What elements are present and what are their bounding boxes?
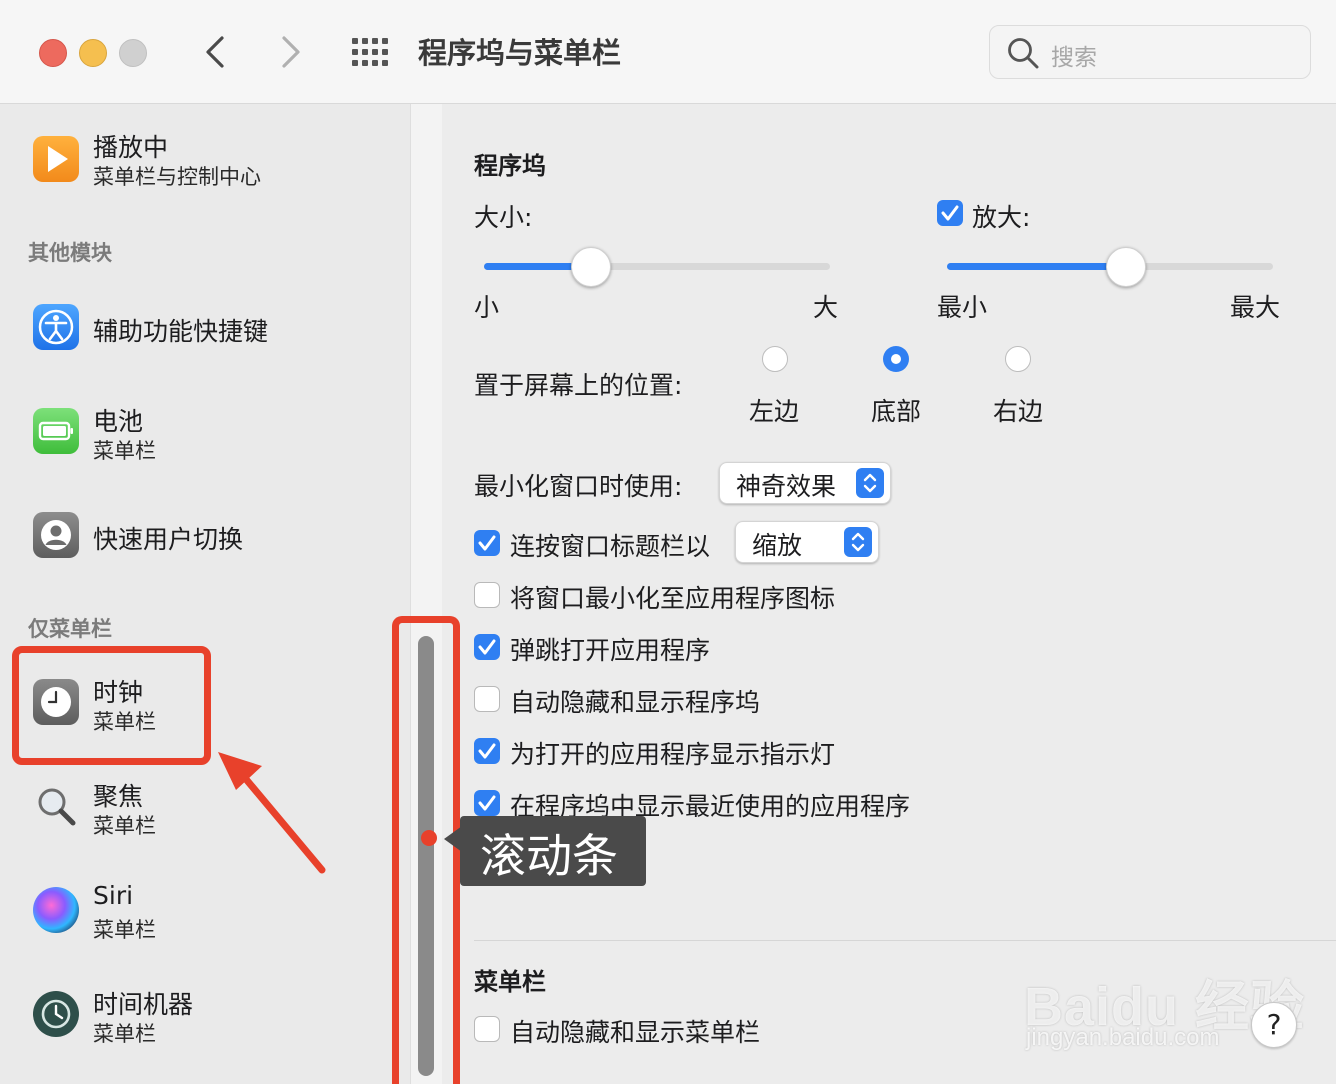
minimize-to-app-icon-label: 将窗口最小化至应用程序图标 <box>510 584 836 613</box>
double-click-label: 连按窗口标题栏以 <box>510 532 711 561</box>
dock-section-title: 程序坞 <box>474 152 546 180</box>
sidebar-item-battery[interactable]: 电池 菜单栏 <box>0 392 400 472</box>
annotation-dot <box>421 830 437 846</box>
double-click-action-value: 缩放 <box>752 531 803 560</box>
show-all-grid-button[interactable] <box>352 38 390 66</box>
position-left-radio[interactable] <box>762 346 788 372</box>
magnification-slider-knob[interactable] <box>1106 247 1146 287</box>
sidebar-item-title: 聚焦 <box>93 782 144 811</box>
battery-icon <box>33 408 79 454</box>
double-click-action-popup[interactable]: 缩放 <box>735 521 879 563</box>
sidebar-item-subtitle: 菜单栏 <box>93 918 156 942</box>
show-indicators-checkbox[interactable] <box>474 738 500 764</box>
size-max-label: 大 <box>813 293 839 322</box>
annotation-arrow-icon <box>218 752 326 874</box>
scrollbar-tooltip: 滚动条 <box>460 816 646 886</box>
sidebar-item-title: 电池 <box>93 407 144 436</box>
chevron-right-icon <box>282 36 300 68</box>
window-title: 程序坞与菜单栏 <box>418 36 622 70</box>
magnification-max-label: 最大 <box>1230 293 1281 322</box>
animate-opening-checkbox[interactable] <box>474 634 500 660</box>
sidebar-item-now-playing[interactable]: 播放中 菜单栏与控制中心 <box>0 118 400 198</box>
forward-button[interactable] <box>270 30 310 74</box>
minimize-effect-value: 神奇效果 <box>736 472 837 501</box>
sidebar-section-heading: 其他模块 <box>28 241 112 265</box>
size-slider[interactable] <box>484 247 830 287</box>
auto-hide-menubar-checkbox[interactable] <box>474 1016 500 1042</box>
magnification-min-label: 最小 <box>937 293 988 322</box>
tooltip-text: 滚动条 <box>480 829 618 883</box>
search-placeholder: 搜索 <box>1051 45 1097 71</box>
sidebar-section-heading: 仅菜单栏 <box>28 617 112 641</box>
menubar-section-title: 菜单栏 <box>474 968 546 996</box>
checkmark-icon <box>478 795 496 811</box>
auto-hide-menubar-label: 自动隐藏和显示菜单栏 <box>510 1018 761 1047</box>
auto-hide-dock-label: 自动隐藏和显示程序坞 <box>510 688 761 717</box>
close-window-button[interactable] <box>39 39 67 67</box>
position-bottom-radio[interactable] <box>883 346 909 372</box>
section-divider <box>474 940 1336 941</box>
checkmark-icon <box>478 743 496 759</box>
position-bottom-label: 底部 <box>871 397 922 426</box>
search-icon <box>1008 38 1039 69</box>
sidebar-item-subtitle: 菜单栏 <box>93 814 156 838</box>
title-bar: 程序坞与菜单栏 搜索 <box>0 0 1336 104</box>
help-button[interactable]: ? <box>1251 1002 1297 1048</box>
watermark-url: jingyan.baidu.com <box>1026 1024 1220 1051</box>
sidebar-item-subtitle: 菜单栏 <box>93 439 156 463</box>
sidebar-item-subtitle: 菜单栏与控制中心 <box>93 165 261 189</box>
animate-opening-label: 弹跳打开应用程序 <box>510 636 711 665</box>
grid-icon <box>352 38 388 66</box>
sidebar-item-fast-user-switching[interactable]: 快速用户切换 <box>0 496 400 576</box>
show-recent-apps-checkbox[interactable] <box>474 790 500 816</box>
updown-arrows-icon <box>844 527 872 557</box>
accessibility-icon <box>33 304 79 350</box>
position-right-label: 右边 <box>993 397 1044 426</box>
size-slider-knob[interactable] <box>571 247 611 287</box>
checkmark-icon <box>941 205 959 221</box>
clock-highlight-box <box>12 646 211 765</box>
checkmark-icon <box>478 535 496 551</box>
size-label: 大小: <box>474 203 533 232</box>
time-machine-icon <box>33 991 79 1037</box>
sidebar-item-title: 辅助功能快捷键 <box>93 317 269 346</box>
siri-icon <box>33 887 79 933</box>
minimize-effect-popup[interactable]: 神奇效果 <box>719 462 891 504</box>
sidebar-item-subtitle: 菜单栏 <box>93 1022 156 1046</box>
size-min-label: 小 <box>474 293 500 322</box>
show-indicators-label: 为打开的应用程序显示指示灯 <box>510 740 836 769</box>
sidebar-item-title: 时间机器 <box>93 990 194 1019</box>
sidebar-item-accessibility[interactable]: 辅助功能快捷键 <box>0 288 400 368</box>
magnification-slider[interactable] <box>947 247 1273 287</box>
sidebar-item-title: Siri <box>93 881 134 910</box>
position-label: 置于屏幕上的位置: <box>474 371 683 400</box>
minimize-effect-label: 最小化窗口时使用: <box>474 472 683 501</box>
search-field[interactable]: 搜索 <box>989 25 1311 79</box>
position-right-radio[interactable] <box>1005 346 1031 372</box>
minimize-window-button[interactable] <box>79 39 107 67</box>
sidebar-item-time-machine[interactable]: 时间机器 菜单栏 <box>0 975 400 1055</box>
sidebar-item-title: 播放中 <box>93 133 169 162</box>
magnifier-icon <box>33 783 79 829</box>
zoom-window-button[interactable] <box>119 39 147 67</box>
sidebar-item-title: 快速用户切换 <box>93 525 244 554</box>
play-icon <box>33 136 79 182</box>
updown-arrows-icon <box>856 468 884 498</box>
magnification-label: 放大: <box>972 203 1031 232</box>
chevron-left-icon <box>206 36 224 68</box>
checkmark-icon <box>478 639 496 655</box>
magnification-checkbox[interactable] <box>937 200 963 226</box>
back-button[interactable] <box>196 30 236 74</box>
auto-hide-dock-checkbox[interactable] <box>474 686 500 712</box>
user-icon <box>33 512 79 558</box>
minimize-to-app-icon-checkbox[interactable] <box>474 582 500 608</box>
double-click-checkbox[interactable] <box>474 530 500 556</box>
position-left-label: 左边 <box>749 397 800 426</box>
